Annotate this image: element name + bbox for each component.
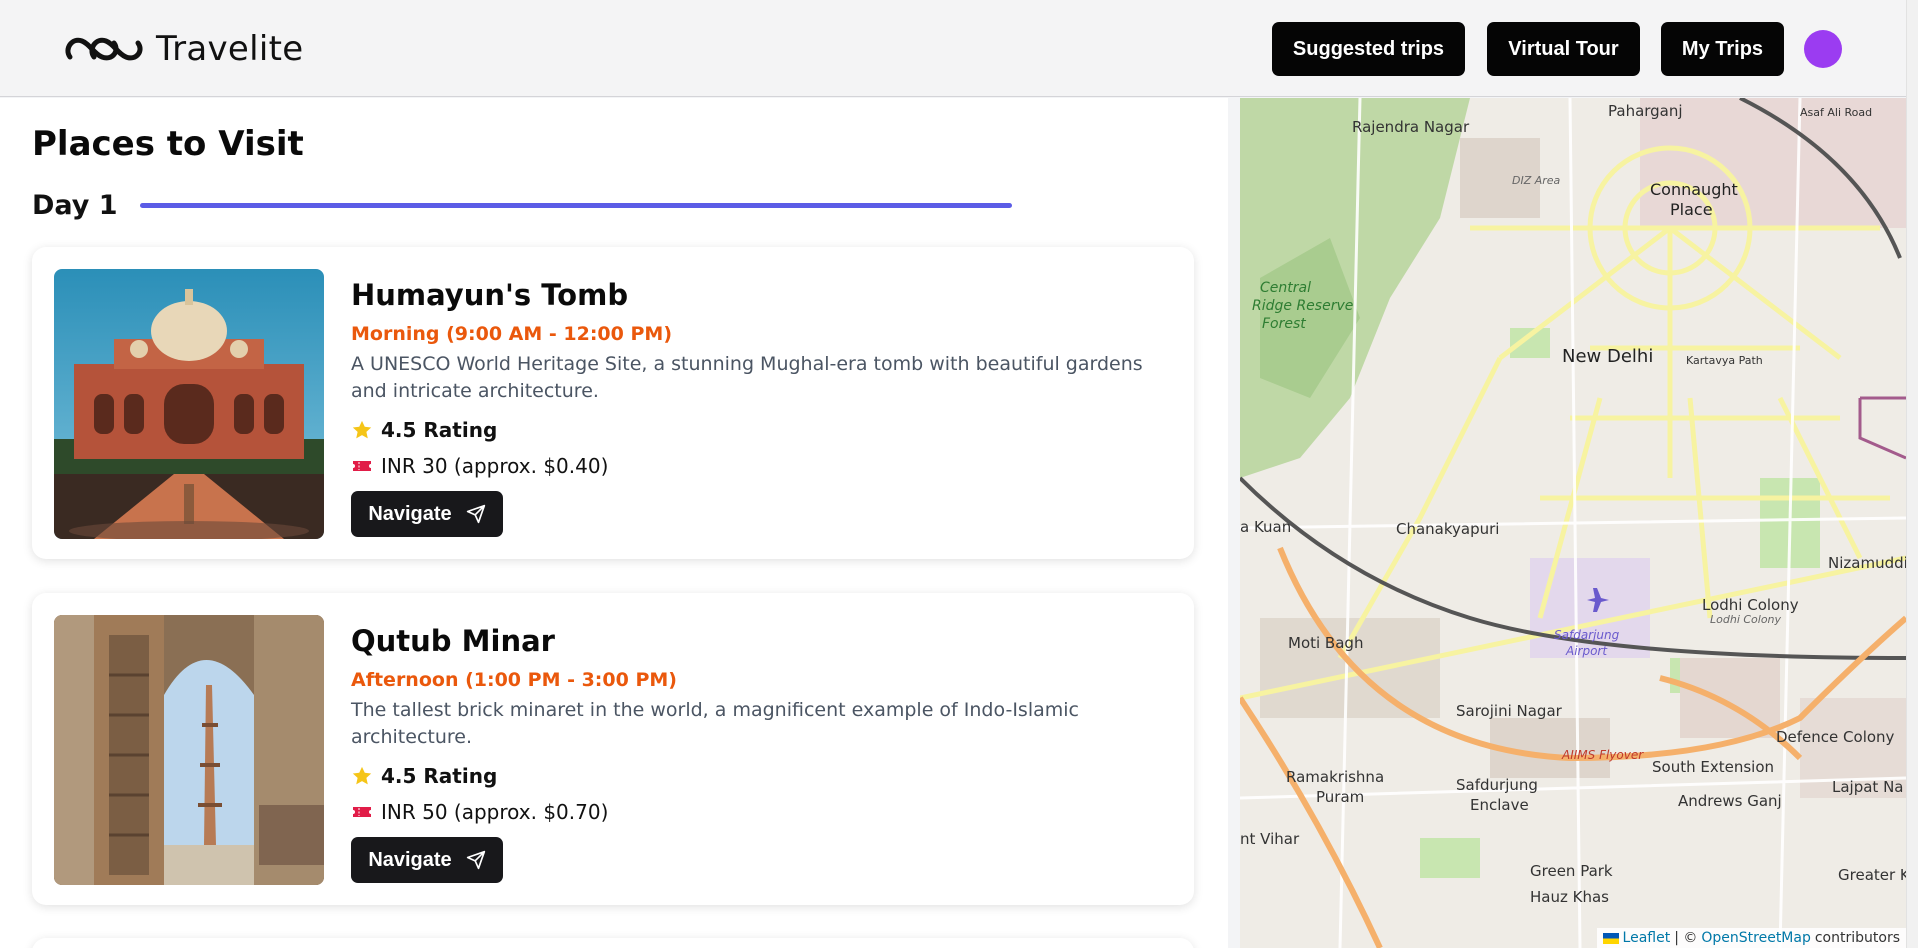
map-label: Place xyxy=(1670,200,1713,219)
suggested-trips-button[interactable]: Suggested trips xyxy=(1272,22,1465,76)
visit-time: Morning (9:00 AM - 12:00 PM) xyxy=(351,323,673,345)
place-card-partial xyxy=(32,938,1194,948)
page-title: Places to Visit xyxy=(32,124,304,164)
ticket-icon xyxy=(351,801,373,823)
place-name: Qutub Minar xyxy=(351,624,555,658)
place-name: Humayun's Tomb xyxy=(351,278,629,312)
map-label: Nizamuddi xyxy=(1828,554,1906,572)
place-card: Humayun's Tomb Morning (9:00 AM - 12:00 … xyxy=(32,247,1194,559)
send-icon xyxy=(466,850,485,870)
places-panel: Places to Visit Day 1 Humayun's Tomb Mor… xyxy=(0,98,1228,948)
place-details: Qutub Minar Afternoon (1:00 PM - 3:00 PM… xyxy=(351,623,1171,883)
brand-name: Travelite xyxy=(156,29,304,69)
visit-time: Afternoon (1:00 PM - 3:00 PM) xyxy=(351,669,677,691)
my-trips-button[interactable]: My Trips xyxy=(1661,22,1784,76)
map-label: Green Park xyxy=(1530,862,1613,880)
map-tiles xyxy=(1240,98,1906,948)
map-label: Chanakyapuri xyxy=(1396,520,1500,538)
map-label: Greater Ka xyxy=(1838,866,1906,884)
ukraine-flag-icon xyxy=(1602,932,1619,944)
place-image xyxy=(54,615,324,885)
page-scrollbar[interactable] xyxy=(1906,0,1918,948)
map-label: Lodhi Colony xyxy=(1710,613,1782,626)
send-icon xyxy=(466,504,485,524)
map-label: Rajendra Nagar xyxy=(1352,118,1470,136)
navigate-label: Navigate xyxy=(368,502,452,525)
map-label: Ridge Reserve xyxy=(1252,298,1354,314)
star-icon xyxy=(351,765,373,787)
map-label: Moti Bagh xyxy=(1288,634,1364,652)
rating-text: 4.5 Rating xyxy=(381,764,498,788)
price-row: INR 30 (approx. $0.40) xyxy=(351,451,1171,481)
openstreetmap-link[interactable]: OpenStreetMap xyxy=(1701,930,1810,946)
day-divider xyxy=(139,203,1012,208)
map-label: Safdurjung xyxy=(1456,776,1538,794)
infinity-logo-icon xyxy=(65,37,143,61)
rating-text: 4.5 Rating xyxy=(381,418,498,442)
ticket-icon xyxy=(351,455,373,477)
day-header: Day 1 xyxy=(32,190,1012,221)
map-label: Connaught xyxy=(1650,180,1738,199)
navigate-button[interactable]: Navigate xyxy=(351,491,503,537)
map-view[interactable]: Rajendra Nagar Paharganj Asaf Ali Road C… xyxy=(1240,98,1906,948)
price-row: INR 50 (approx. $0.70) xyxy=(351,797,1171,827)
place-image xyxy=(54,269,324,539)
map-label: Airport xyxy=(1566,644,1608,658)
top-header: Travelite Suggested trips Virtual Tour M… xyxy=(0,0,1918,97)
leaflet-link[interactable]: Leaflet xyxy=(1623,930,1671,946)
star-icon xyxy=(351,419,373,441)
map-label: Asaf Ali Road xyxy=(1800,106,1873,119)
map-label: Sarojini Nagar xyxy=(1456,702,1562,720)
place-description: A UNESCO World Heritage Site, a stunning… xyxy=(351,353,1143,402)
rating-row: 4.5 Rating xyxy=(351,761,1171,791)
day-label: Day 1 xyxy=(32,190,118,221)
attribution-contributors: contributors xyxy=(1814,930,1900,946)
map-label: Puram xyxy=(1316,788,1365,806)
map-label: Andrews Ganj xyxy=(1678,792,1782,810)
map-label: Defence Colony xyxy=(1776,728,1895,746)
map-label: Enclave xyxy=(1470,796,1529,814)
place-description: The tallest brick minaret in the world, … xyxy=(351,699,1079,748)
map-label: Lodhi Colony xyxy=(1702,596,1799,614)
map-label: Central xyxy=(1260,280,1311,296)
rating-row: 4.5 Rating xyxy=(351,415,1171,445)
map-label: New Delhi xyxy=(1562,346,1654,367)
place-card: Qutub Minar Afternoon (1:00 PM - 3:00 PM… xyxy=(32,593,1194,905)
map-label: Hauz Khas xyxy=(1530,888,1609,906)
price-text: INR 30 (approx. $0.40) xyxy=(381,454,609,478)
map-label: Ramakrishna xyxy=(1286,768,1385,786)
user-avatar[interactable] xyxy=(1804,30,1842,68)
map-label: DIZ Area xyxy=(1512,174,1561,187)
price-text: INR 50 (approx. $0.70) xyxy=(381,800,609,824)
virtual-tour-button[interactable]: Virtual Tour xyxy=(1487,22,1640,76)
map-label: a Kuan xyxy=(1240,518,1292,536)
attribution-separator: | © xyxy=(1674,930,1698,946)
navigate-label: Navigate xyxy=(368,848,452,871)
map-attribution: Leaflet | © OpenStreetMap contributors xyxy=(1596,928,1906,948)
map-label: AIIMS Flyover xyxy=(1562,748,1644,762)
map-label: Lajpat Na xyxy=(1832,778,1904,796)
map-label: South Extension xyxy=(1652,758,1774,776)
map-label: Kartavya Path xyxy=(1686,354,1763,367)
map-label: nt Vihar xyxy=(1240,830,1300,848)
map-label: Paharganj xyxy=(1608,102,1683,120)
brand-logo[interactable]: Travelite xyxy=(64,29,303,69)
place-details: Humayun's Tomb Morning (9:00 AM - 12:00 … xyxy=(351,277,1171,537)
map-label: Safdarjung xyxy=(1554,628,1620,642)
map-label: Forest xyxy=(1262,316,1306,332)
navigate-button[interactable]: Navigate xyxy=(351,837,503,883)
